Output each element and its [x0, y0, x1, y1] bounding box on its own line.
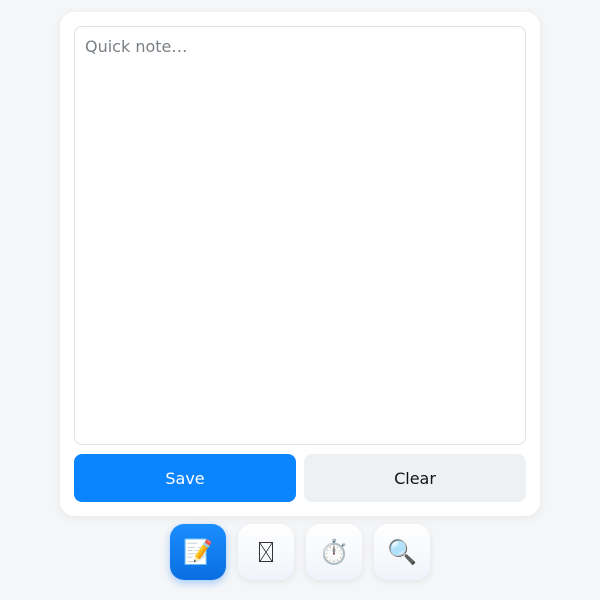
- action-buttons: Save Clear: [74, 454, 526, 502]
- memo-icon: 📝: [183, 538, 213, 566]
- dock-stopwatch-button[interactable]: ⏱️: [306, 524, 362, 580]
- dock-timer-button[interactable]: [238, 524, 294, 580]
- magnifier-icon: 🔍: [387, 538, 417, 566]
- bottom-dock: 📝 ⏱️ 🔍: [170, 524, 430, 580]
- hourglass-icon: [259, 542, 273, 562]
- clear-button[interactable]: Clear: [304, 454, 526, 502]
- note-card: Save Clear: [60, 12, 540, 516]
- quick-note-textarea[interactable]: [74, 26, 526, 445]
- stopwatch-icon: ⏱️: [319, 538, 349, 566]
- dock-notes-button[interactable]: 📝: [170, 524, 226, 580]
- save-button[interactable]: Save: [74, 454, 296, 502]
- dock-search-button[interactable]: 🔍: [374, 524, 430, 580]
